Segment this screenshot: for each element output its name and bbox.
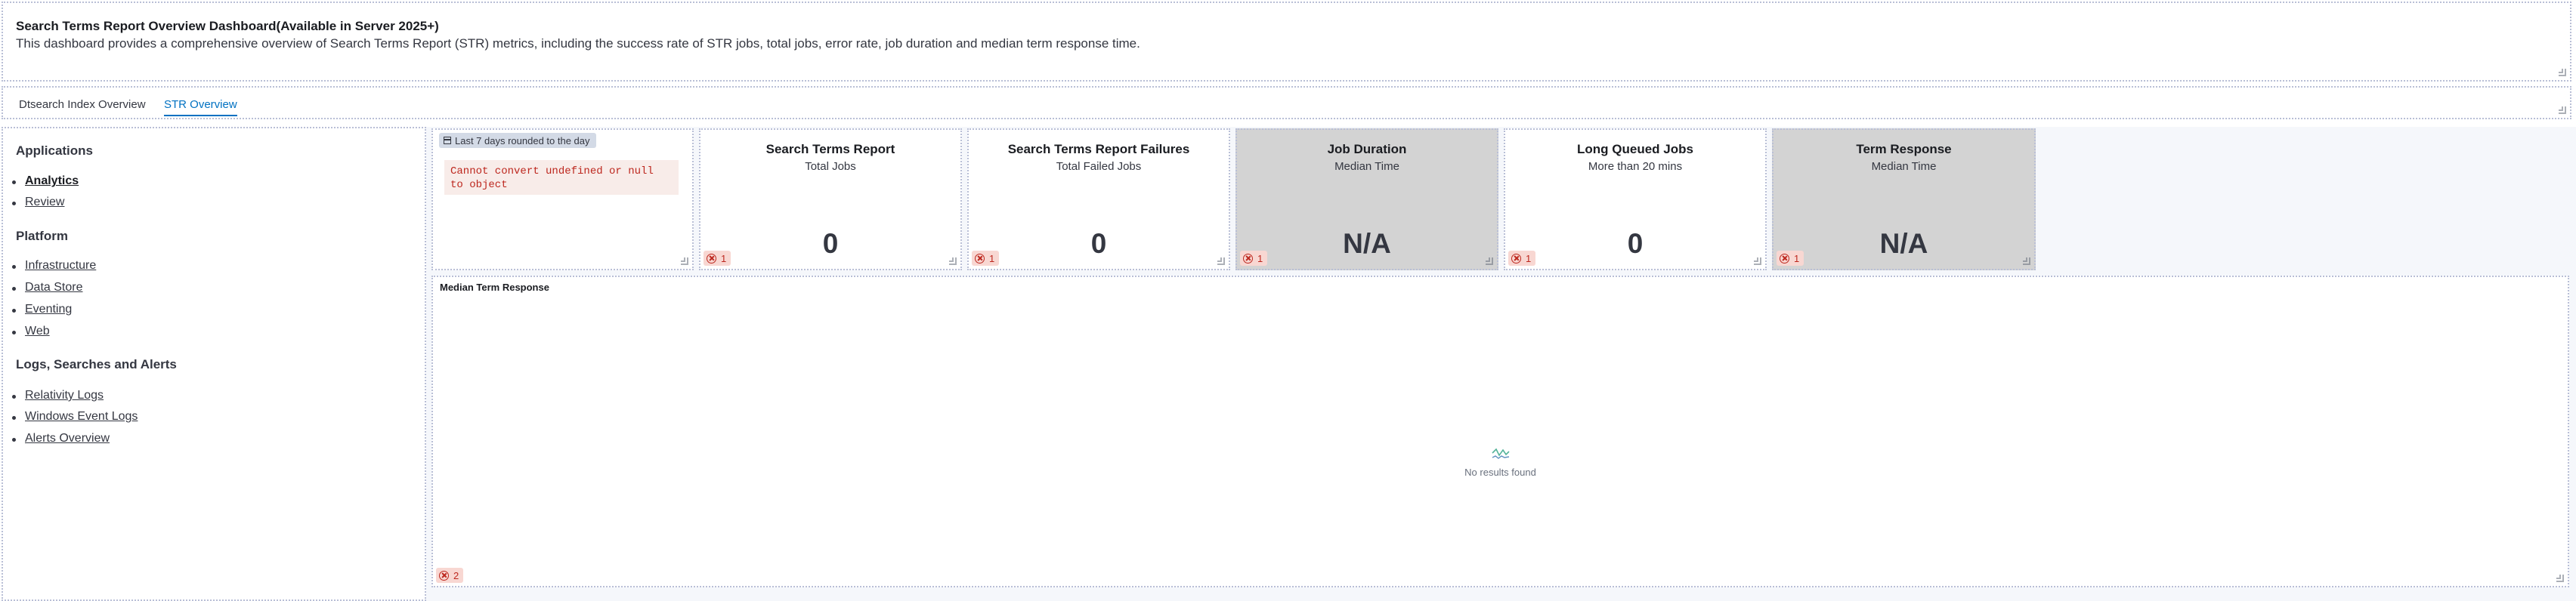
error-icon (1780, 253, 1789, 264)
panel-title: Median Term Response (440, 282, 549, 293)
card-value: N/A (1343, 228, 1391, 259)
error-badge[interactable]: 2 (436, 568, 464, 583)
resize-handle-icon[interactable] (1217, 257, 1225, 265)
tabs-panel: Dtsearch Index Overview STR Overview (2, 86, 2571, 119)
resize-handle-icon[interactable] (2556, 575, 2564, 582)
empty-state-message: No results found (1464, 467, 1536, 478)
error-count: 2 (453, 569, 459, 581)
nav-link-relativity-logs[interactable]: Relativity Logs (11, 389, 104, 402)
error-count: 1 (989, 252, 995, 264)
resize-handle-icon[interactable] (2559, 106, 2566, 114)
card-value: 0 (1627, 228, 1644, 259)
tab-str-overview[interactable]: STR Overview (164, 98, 237, 116)
resize-handle-icon[interactable] (2023, 257, 2030, 265)
card-subtitle: Median Time (1871, 160, 1937, 173)
resize-handle-icon[interactable] (681, 257, 688, 265)
card-title: Long Queued Jobs (1577, 142, 1693, 156)
time-range-panel: Last 7 days rounded to the day Cannot co… (431, 128, 694, 270)
card-subtitle: Total Failed Jobs (1056, 160, 1142, 173)
resize-handle-icon[interactable] (949, 257, 957, 265)
resize-handle-icon[interactable] (2559, 69, 2566, 76)
nav-link-eventing[interactable]: Eventing (11, 303, 72, 316)
error-icon (975, 253, 985, 264)
card-value: N/A (1879, 228, 1928, 259)
navigation-panel: Applications Analytics Review Platform I… (2, 127, 426, 601)
error-count: 1 (721, 252, 727, 264)
metric-card-long-queued-jobs: Long Queued Jobs More than 20 mins 0 1 (1504, 128, 1767, 270)
card-title: Term Response (1856, 142, 1952, 156)
tab-dtsearch-index-overview[interactable]: Dtsearch Index Overview (19, 98, 146, 111)
error-badge[interactable]: 1 (972, 251, 1000, 266)
panel-error-message: Cannot convert undefined or null to obje… (444, 160, 679, 195)
metric-card-search-terms-report: Search Terms Report Total Jobs 0 1 (699, 128, 962, 270)
empty-state: No results found (433, 446, 2568, 478)
card-title: Search Terms Report Failures (1007, 142, 1190, 156)
resize-handle-icon[interactable] (1754, 257, 1761, 265)
card-subtitle: Median Time (1334, 160, 1399, 173)
error-badge[interactable]: 1 (1240, 251, 1268, 266)
error-icon (1243, 253, 1253, 264)
dashboard-header-panel: Search Terms Report Overview Dashboard(A… (2, 2, 2571, 82)
error-icon (439, 570, 449, 581)
error-badge[interactable]: 1 (704, 251, 731, 266)
card-value: 0 (822, 228, 839, 259)
time-range-label: Last 7 days rounded to the day (455, 134, 590, 146)
dashboard-title: Search Terms Report Overview Dashboard(A… (16, 19, 439, 33)
time-range-badge[interactable]: Last 7 days rounded to the day (439, 133, 596, 148)
nav-heading-applications: Applications (16, 143, 94, 158)
error-count: 1 (1257, 252, 1263, 264)
card-title: Job Duration (1327, 142, 1407, 156)
error-count: 1 (1794, 252, 1800, 264)
nav-link-web[interactable]: Web (12, 325, 50, 338)
card-subtitle: More than 20 mins (1588, 160, 1683, 173)
nav-heading-platform: Platform (16, 229, 68, 243)
chart-empty-icon (1491, 448, 1510, 459)
card-value: 0 (1090, 228, 1107, 259)
error-badge[interactable]: 1 (1508, 251, 1536, 266)
nav-link-review[interactable]: Review (11, 196, 64, 209)
nav-heading-logs-searches-alerts: Logs, Searches and Alerts (16, 357, 177, 371)
metric-card-job-duration: Job Duration Median Time N/A 1 (1235, 128, 1498, 270)
nav-link-windows-event-logs[interactable]: Windows Event Logs (11, 410, 138, 424)
error-icon (707, 253, 716, 264)
error-badge[interactable]: 1 (1777, 251, 1804, 266)
calendar-icon (444, 137, 451, 144)
card-title: Search Terms Report (765, 142, 895, 156)
nav-link-alerts-overview[interactable]: Alerts Overview (11, 432, 110, 445)
dashboard-description: This dashboard provides a comprehensive … (16, 36, 1140, 51)
card-subtitle: Total Jobs (805, 160, 856, 173)
nav-link-data-store[interactable]: Data Store (11, 281, 82, 294)
median-term-response-panel: Median Term Response No results found 2 (431, 276, 2569, 587)
metric-card-search-terms-report-failures: Search Terms Report Failures Total Faile… (967, 128, 1230, 270)
metric-card-term-response: Term Response Median Time N/A 1 (1772, 128, 2036, 270)
error-count: 1 (1526, 252, 1532, 264)
error-icon (1511, 253, 1521, 264)
nav-link-infrastructure[interactable]: Infrastructure (11, 259, 96, 273)
resize-handle-icon[interactable] (1486, 257, 1493, 265)
nav-link-analytics[interactable]: Analytics (11, 174, 79, 188)
